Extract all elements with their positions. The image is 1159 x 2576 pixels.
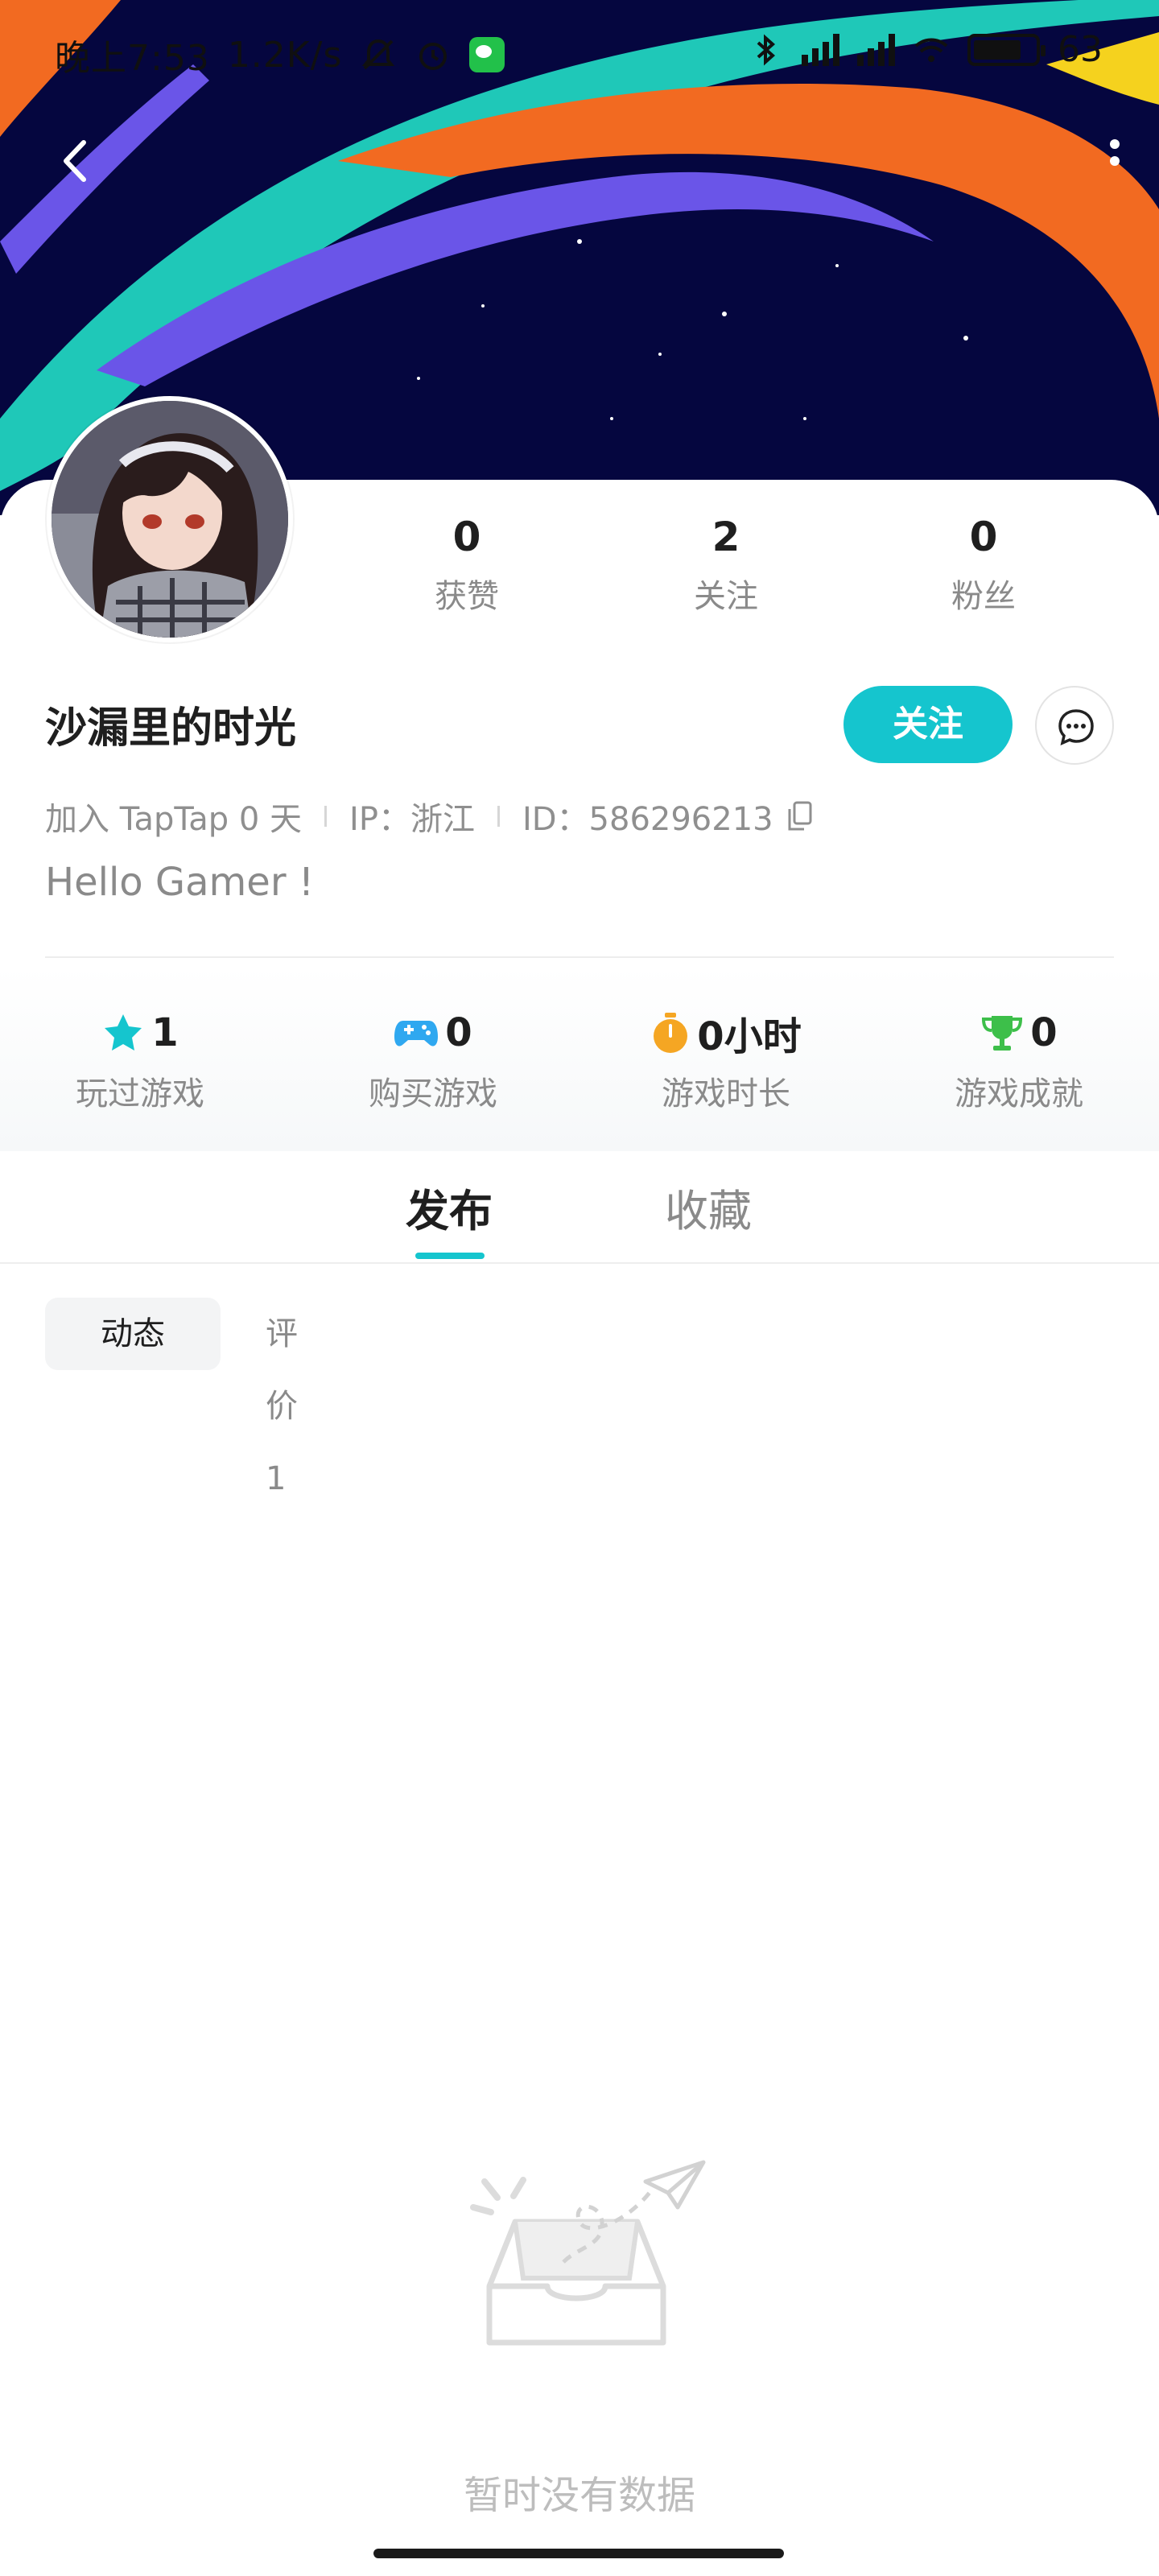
avatar-image <box>52 401 288 638</box>
following-count-value: 2 <box>711 514 740 560</box>
subtab-moments[interactable]: 动态 <box>45 1298 221 1370</box>
chat-bubble-icon <box>1058 709 1094 746</box>
copy-icon[interactable] <box>786 801 814 832</box>
stat-achievements-label: 游戏成就 <box>955 1075 1083 1113</box>
more-button[interactable] <box>1070 133 1127 189</box>
empty-state-text: 暂时没有数据 <box>463 2473 695 2518</box>
trophy-icon <box>982 1016 1023 1051</box>
more-vertical-icon <box>1110 139 1120 166</box>
status-bar: 晚上7:53 1.2K/s 63 <box>0 0 1159 105</box>
stat-played-label: 玩过游戏 <box>76 1075 204 1113</box>
likes-count-value: 0 <box>452 514 481 560</box>
tab-posts[interactable]: 发布 <box>406 1175 493 1239</box>
followers-count-label: 粉丝 <box>951 578 1016 615</box>
following-count[interactable]: 2 关注 <box>645 509 806 617</box>
stat-achievements[interactable]: 0 游戏成就 <box>898 1006 1140 1114</box>
star-icon <box>105 1014 142 1051</box>
empty-inbox-icon <box>470 2160 706 2346</box>
signal-icon <box>802 33 839 66</box>
wechat-icon <box>469 37 505 72</box>
likes-count[interactable]: 0 获赞 <box>386 509 547 617</box>
stat-play-time[interactable]: 0小时 游戏时长 <box>605 1006 847 1114</box>
stat-purchased-value: 0 <box>445 1010 472 1055</box>
avatar[interactable] <box>47 396 293 642</box>
tab-favorites[interactable]: 收藏 <box>665 1175 752 1239</box>
alarm-icon <box>419 43 448 70</box>
status-left: 晚上7:53 1.2K/s <box>55 29 505 80</box>
copy-icon-svg <box>788 801 812 831</box>
likes-count-label: 获赞 <box>435 578 499 615</box>
mute-bell-icon <box>362 39 395 70</box>
username: 沙漏里的时光 <box>45 704 297 753</box>
bluetooth-icon <box>757 34 776 65</box>
back-button[interactable] <box>48 133 105 189</box>
message-button[interactable] <box>1035 686 1114 765</box>
network-speed: 1.2K/s <box>227 34 343 76</box>
meta-divider <box>324 806 328 827</box>
stat-purchased-label: 购买游戏 <box>369 1075 497 1113</box>
battery-level: 63 <box>1058 29 1103 70</box>
subtab-reviews[interactable]: 评价 1 <box>266 1298 298 1497</box>
user-bio: Hello Gamer ! <box>45 860 315 905</box>
profile-counts: 0 获赞 2 关注 0 粉丝 <box>338 509 1159 630</box>
stat-purchased-games[interactable]: 0 购买游戏 <box>312 1006 554 1114</box>
signal-icon-2 <box>857 33 895 66</box>
join-days: 加入 TapTap 0 天 <box>45 801 303 838</box>
content-tabs: 发布 收藏 <box>0 1151 1159 1264</box>
ip-location: IP：浙江 <box>349 801 475 838</box>
following-count-label: 关注 <box>694 578 758 615</box>
home-indicator[interactable] <box>373 2549 784 2558</box>
game-stats: 1 玩过游戏 0 购买游戏 0小时 游戏时长 0 游戏成就 <box>0 1006 1159 1114</box>
follow-button[interactable]: 关注 <box>843 686 1013 763</box>
stat-played-games[interactable]: 1 玩过游戏 <box>19 1006 261 1114</box>
status-time: 晚上7:53 <box>55 38 210 79</box>
profile-divider <box>45 956 1114 958</box>
stopwatch-icon <box>654 1013 688 1053</box>
status-right: 63 <box>747 29 1103 70</box>
gamepad-icon <box>394 1021 439 1046</box>
chevron-left-icon <box>64 140 86 182</box>
battery-icon <box>967 33 1046 66</box>
followers-count[interactable]: 0 粉丝 <box>903 509 1064 617</box>
stat-played-value: 1 <box>151 1010 179 1055</box>
tab-active-indicator <box>415 1253 485 1259</box>
user-id: ID：586296213 <box>522 801 773 838</box>
stat-play-time-value: 0小时 <box>697 1014 802 1059</box>
meta-divider <box>497 806 500 827</box>
profile-meta: 加入 TapTap 0 天 IP：浙江 ID：586296213 <box>45 793 814 840</box>
stat-play-time-label: 游戏时长 <box>662 1075 790 1113</box>
followers-count-value: 0 <box>969 514 998 560</box>
stat-achievements-value: 0 <box>1030 1010 1058 1055</box>
wifi-icon <box>914 38 948 62</box>
